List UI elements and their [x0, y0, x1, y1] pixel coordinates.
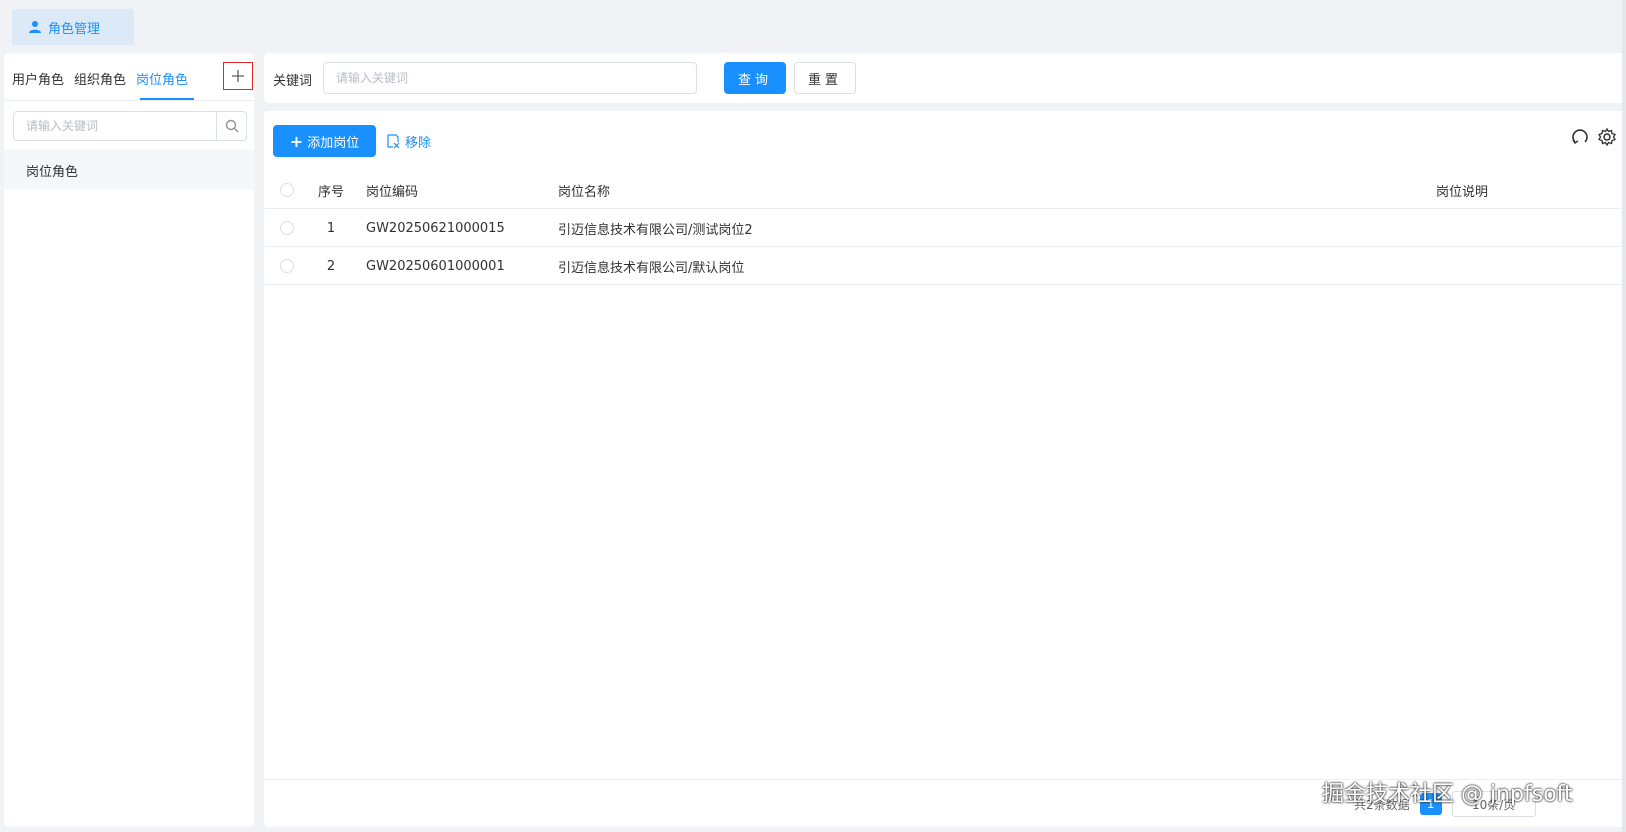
- search-bar: 关键词 查询 重置: [264, 53, 1626, 103]
- keyword-label: 关键词: [273, 74, 313, 89]
- query-button[interactable]: 查询: [724, 62, 786, 94]
- select-all-checkbox[interactable]: [280, 183, 294, 197]
- window-edge: [1622, 0, 1626, 832]
- row-checkbox-cell: [280, 209, 294, 247]
- left-search-input[interactable]: [14, 112, 216, 140]
- plus-icon: +: [289, 131, 304, 151]
- row-index: 1: [326, 220, 336, 236]
- row-checkbox-cell: [280, 247, 294, 285]
- refresh-icon[interactable]: [1570, 127, 1590, 147]
- role-type-tabs: 用户角色 组织角色 岗位角色: [4, 53, 254, 101]
- left-panel: 用户角色 组织角色 岗位角色 岗位角色: [4, 53, 254, 827]
- row-index: 2: [326, 258, 336, 274]
- row-code: GW20250621000015: [366, 220, 505, 236]
- row-name: 引迈信息技术有限公司/测试岗位2: [558, 222, 753, 238]
- tree-node-label: 岗位角色: [26, 164, 79, 180]
- col-index: 序号: [317, 184, 344, 200]
- add-position-label: 添加岗位: [307, 135, 360, 151]
- row-code: GW20250601000001: [366, 258, 505, 274]
- active-tab-indicator: [140, 98, 194, 100]
- tab-org-role[interactable]: 组织角色: [74, 69, 126, 88]
- search-icon: [225, 119, 238, 133]
- col-code: 岗位编码: [366, 184, 419, 200]
- tab-label: 角色管理: [48, 21, 101, 37]
- col-description: 岗位说明: [1436, 184, 1489, 200]
- watermark: 掘金技术社区 @ jnpfsoft: [1322, 782, 1573, 807]
- add-position-button[interactable]: + 添加岗位: [273, 125, 376, 157]
- col-name: 岗位名称: [558, 184, 611, 200]
- tree-node-position-role[interactable]: 岗位角色: [4, 150, 254, 190]
- left-search-button[interactable]: [216, 112, 246, 140]
- tab-role-management[interactable]: 角色管理: [12, 9, 134, 45]
- add-role-button[interactable]: [223, 62, 253, 90]
- user-icon: [29, 21, 41, 33]
- tab-position-role[interactable]: 岗位角色: [136, 69, 188, 88]
- keyword-input[interactable]: [323, 62, 697, 94]
- gear-icon[interactable]: [1597, 127, 1617, 147]
- table-row[interactable]: 1 GW20250621000015 引迈信息技术有限公司/测试岗位2: [264, 209, 1626, 247]
- row-checkbox[interactable]: [280, 221, 294, 235]
- main-panel: + 添加岗位 移除 序号 岗位编码 岗位名称 岗位说明 1 GW20250621…: [264, 111, 1626, 827]
- table-header: 序号 岗位编码 岗位名称 岗位说明: [264, 171, 1626, 209]
- table-row[interactable]: 2 GW20250601000001 引迈信息技术有限公司/默认岗位: [264, 247, 1626, 285]
- select-all-cell: [280, 171, 294, 209]
- reset-button[interactable]: 重置: [794, 62, 856, 94]
- tab-user-role[interactable]: 用户角色: [12, 69, 64, 88]
- tab-strip: 角色管理: [0, 0, 1626, 46]
- row-checkbox[interactable]: [280, 259, 294, 273]
- left-search-box: [13, 111, 247, 141]
- remove-label: 移除: [405, 135, 432, 151]
- remove-button[interactable]: 移除: [385, 131, 431, 151]
- remove-icon: [387, 134, 400, 149]
- plus-icon: [232, 70, 244, 82]
- row-name: 引迈信息技术有限公司/默认岗位: [558, 260, 745, 276]
